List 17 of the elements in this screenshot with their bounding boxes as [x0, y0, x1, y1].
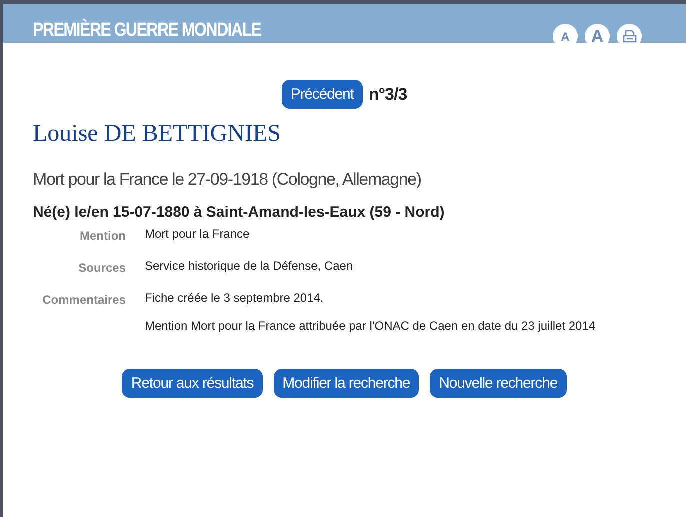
field-label: Sources — [78, 260, 126, 275]
death-info: Mort pour la France le 27-09-1918 (Cologne, Allemagne) — [33, 170, 422, 190]
person-name: Louise DE BETTIGNIES — [33, 121, 282, 148]
printer-icon — [622, 30, 638, 44]
field-value: Fiche créée le 3 septembre 2014. — [145, 291, 325, 305]
record-counter: n°3/3 — [368, 84, 408, 104]
field-value: Mention Mort pour la France attribuée par l'ONAC de Caen en date du 23 juillet 2014 — [145, 319, 597, 333]
previous-button[interactable]: Précédent — [282, 80, 363, 109]
action-button[interactable]: Nouvelle recherche — [430, 369, 567, 398]
action-button[interactable]: Modifier la recherche — [274, 369, 420, 398]
field-value: Service historique de la Défense, Caen — [145, 259, 354, 273]
field-value: Mort pour la France — [145, 227, 251, 241]
field-label: Commentaires — [42, 292, 126, 309]
action-button[interactable]: Retour aux résultats — [122, 369, 263, 398]
field-label: Mention — [79, 228, 126, 243]
birth-info: Né(e) le/en 15-07-1880 à Saint-Amand-les-Eaux (59 - Nord) — [33, 204, 446, 221]
section-title: PREMIÈRE GUERRE MONDIALE — [33, 20, 262, 43]
